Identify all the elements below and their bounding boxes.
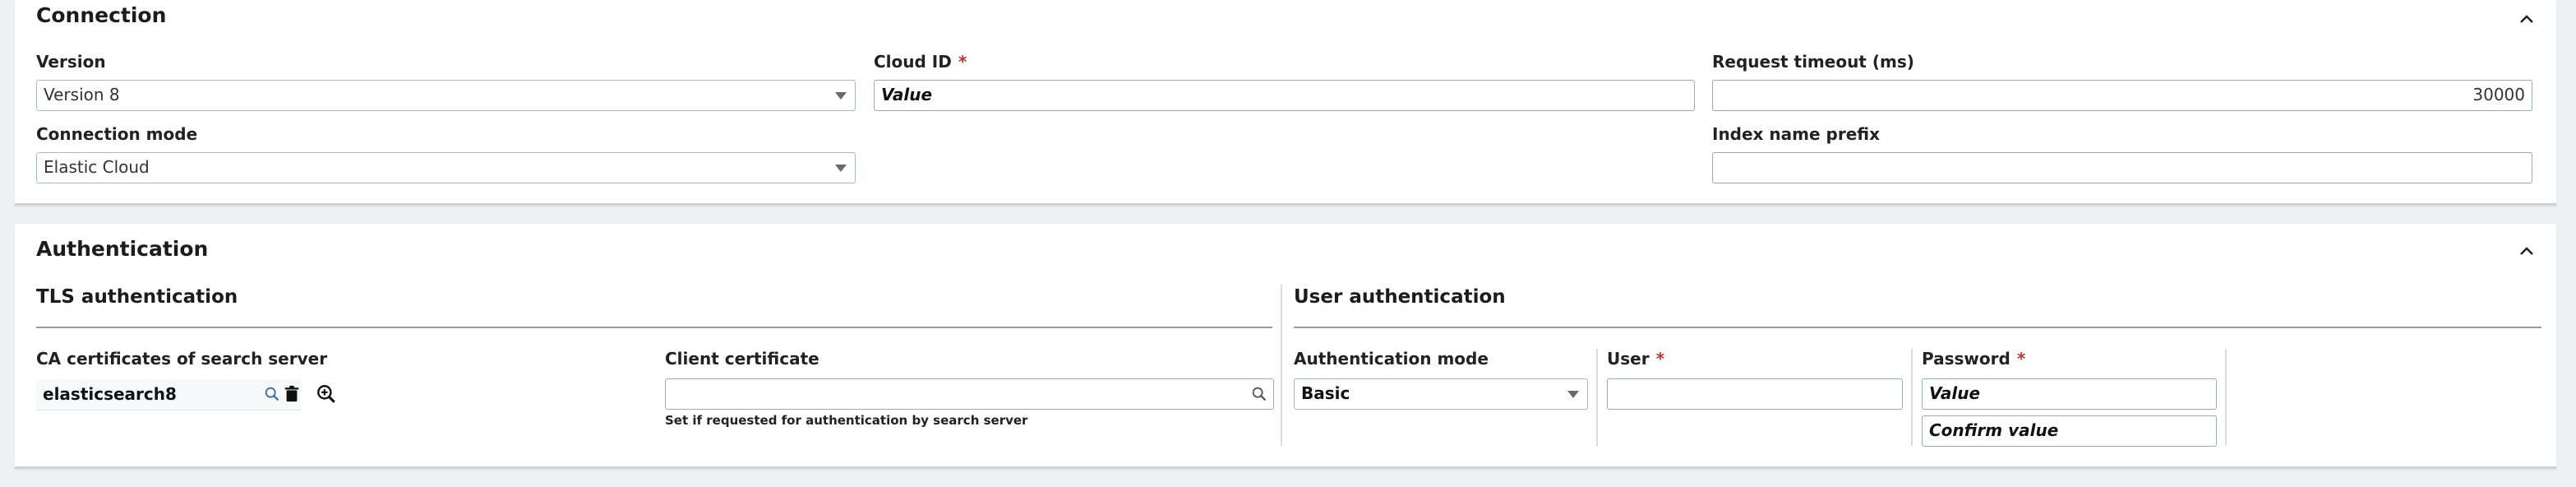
user-label: User * [1607,349,1664,369]
dropdown-arrow-icon [835,92,847,100]
column-separator [1596,349,1598,446]
dropdown-arrow-icon [835,165,847,172]
user-auth-title: User authentication [1294,286,1506,308]
client-certificate-label: Client certificate [665,349,819,369]
connection-mode-select[interactable]: Elastic Cloud [36,152,856,183]
ca-certificates-field[interactable]: elasticsearch8 [36,379,301,410]
collapse-authentication-chevron-up-icon[interactable] [2517,242,2537,262]
cloud-id-input[interactable]: Value [874,80,1695,111]
connection-mode-value: Elastic Cloud [44,157,150,177]
user-label-text: User [1607,349,1650,369]
cloud-id-label-text: Cloud ID [874,52,952,72]
password-label: Password * [1922,349,2025,369]
column-separator [2225,349,2227,446]
cloud-id-value: Value [881,85,933,104]
required-asterisk: * [2016,349,2026,369]
authentication-mode-value: Basic [1301,383,1350,403]
user-input[interactable] [1607,378,1903,410]
authentication-mode-label: Authentication mode [1294,349,1489,369]
version-select[interactable]: Version 8 [36,80,856,111]
client-certificate-input[interactable] [665,378,1274,410]
cloud-id-label: Cloud ID * [874,52,967,72]
connection-title: Connection [36,3,167,27]
ca-certificates-value: elasticsearch8 [43,384,177,404]
password-confirm-value: Confirm value [1929,420,2059,440]
column-separator [1911,349,1913,446]
request-timeout-value: 30000 [2472,85,2525,104]
password-input[interactable]: Value [1922,378,2217,410]
authentication-panel: Authentication TLS authentication CA cer… [15,224,2556,469]
password-value: Value [1929,383,1981,403]
authentication-mode-select[interactable]: Basic [1294,378,1588,410]
section-separator [1281,285,1282,446]
tls-auth-title: TLS authentication [36,286,238,308]
password-confirm-input[interactable]: Confirm value [1922,415,2217,447]
client-certificate-help: Set if requested for authentication by s… [665,413,1028,428]
zoom-in-icon[interactable] [316,383,337,405]
search-icon[interactable] [1250,385,1268,403]
dropdown-arrow-icon [1567,391,1579,398]
request-timeout-input[interactable]: 30000 [1712,80,2532,111]
version-value: Version 8 [44,85,120,104]
index-prefix-label: Index name prefix [1712,124,1880,144]
authentication-title: Authentication [36,237,209,261]
index-prefix-input[interactable] [1712,152,2532,183]
connection-panel: Connection Version Version 8 Connection … [15,0,2556,206]
ca-certificates-label: CA certificates of search server [36,349,328,369]
collapse-connection-chevron-up-icon[interactable] [2517,10,2537,30]
connection-mode-label: Connection mode [36,124,198,144]
tls-divider [36,327,1272,328]
required-asterisk: * [1655,349,1665,369]
password-label-text: Password [1922,349,2010,369]
search-icon[interactable] [263,385,281,403]
trash-icon[interactable] [283,385,301,403]
version-label: Version [36,52,106,72]
request-timeout-label: Request timeout (ms) [1712,52,1914,72]
user-auth-divider [1294,327,2541,328]
required-asterisk: * [958,52,967,72]
